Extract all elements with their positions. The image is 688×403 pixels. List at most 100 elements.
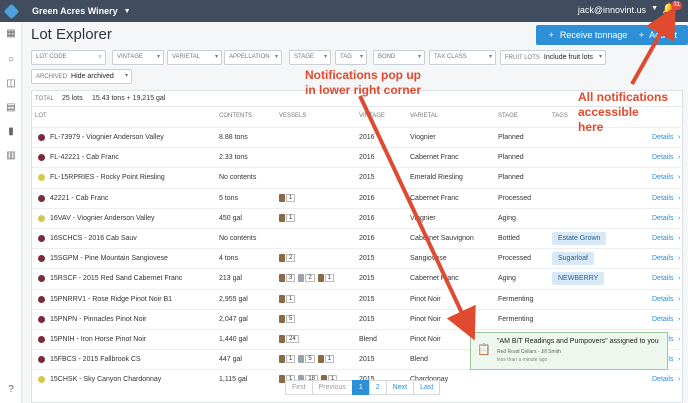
annotation-all-text: All notifications accessible here bbox=[578, 90, 668, 134]
details-link[interactable]: Details bbox=[652, 316, 673, 323]
chevron-right-icon[interactable]: › bbox=[678, 235, 680, 242]
appellation-filter[interactable]: APPELLATION ▾ bbox=[224, 50, 282, 65]
table-row[interactable]: 16VAV - Viognier Anderson Valley 450 gal 1… bbox=[32, 207, 684, 228]
barrel-icon bbox=[279, 335, 285, 343]
varietal-filter[interactable]: VARIETAL ▾ bbox=[167, 50, 222, 65]
wine-color-dot bbox=[38, 295, 45, 303]
clipboard-icon[interactable]: ▤ bbox=[5, 102, 17, 114]
annotation-popup-text: Notifications pop up in lower right corn… bbox=[305, 68, 422, 97]
add-lot-button[interactable]: + Add lot bbox=[628, 25, 688, 45]
bond-filter[interactable]: BOND ▾ bbox=[373, 50, 425, 65]
pagination: First Previous 1 2 Next Last bbox=[285, 380, 441, 395]
details-link[interactable]: Details bbox=[652, 195, 673, 202]
lot-name: 15SGPM - Pine Mountain Sangiovese bbox=[50, 255, 168, 263]
lot-code-input[interactable]: LOT CODE ⌕ bbox=[31, 50, 106, 65]
bag-icon[interactable]: ◫ bbox=[5, 78, 17, 90]
vintage-filter[interactable]: VINTAGE ▾ bbox=[112, 50, 164, 65]
lot-tag[interactable]: NEWBERRY bbox=[552, 272, 605, 286]
barrels-icon[interactable]: ▥ bbox=[5, 150, 17, 162]
details-link[interactable]: Details bbox=[652, 376, 673, 383]
company-name[interactable]: Green Acres Winery bbox=[32, 6, 118, 16]
lot-contents: No contents bbox=[219, 235, 257, 242]
details-link[interactable]: Details bbox=[652, 235, 673, 242]
chevron-right-icon[interactable]: › bbox=[678, 275, 680, 282]
table-row[interactable]: 15RSCF - 2015 Red Sand Cabernet Franc 213… bbox=[32, 268, 684, 288]
chevron-right-icon[interactable]: › bbox=[678, 255, 680, 262]
details-link[interactable]: Details bbox=[652, 255, 673, 262]
page-previous[interactable]: Previous bbox=[311, 380, 353, 395]
stage-filter[interactable]: STAGE ▾ bbox=[289, 50, 331, 65]
barrel-icon bbox=[279, 314, 285, 323]
lot-vintage: 2016 bbox=[359, 134, 375, 141]
page-2[interactable]: 2 bbox=[368, 380, 387, 395]
lot-name: 15FBCS - 2015 Fallbrook CS bbox=[50, 356, 141, 364]
receive-tonnage-button[interactable]: + Receive tonnage bbox=[536, 25, 640, 45]
details-link[interactable]: Details bbox=[652, 296, 673, 303]
table-row[interactable]: FL-15RPRIES - Rocky Point Riesling No con… bbox=[32, 167, 684, 187]
details-link[interactable]: Details bbox=[652, 174, 673, 181]
tag-filter[interactable]: TAG ▾ bbox=[335, 50, 367, 65]
col-varietal[interactable]: VARIETAL bbox=[410, 113, 438, 119]
fruit-lots-filter[interactable]: FRUIT LOTS Include fruit lots ▾ bbox=[500, 50, 606, 65]
lot-tag[interactable]: Sugarloaf bbox=[552, 252, 594, 266]
details-link[interactable]: Details bbox=[652, 215, 673, 222]
lot-varietal: Cabernet Franc bbox=[410, 194, 459, 202]
notification-toast[interactable]: 📋 "AM B/T Readings and Pumpovers" assign… bbox=[470, 332, 668, 370]
details-link[interactable]: Details bbox=[652, 154, 673, 161]
lot-contents: 2,955 gal bbox=[219, 295, 248, 303]
chevron-right-icon[interactable]: › bbox=[678, 376, 680, 383]
chevron-right-icon[interactable]: › bbox=[678, 154, 680, 161]
page-last[interactable]: Last bbox=[413, 380, 441, 395]
chevron-right-icon[interactable]: › bbox=[678, 174, 680, 181]
wine-color-dot bbox=[38, 356, 45, 364]
col-stage[interactable]: STAGE bbox=[498, 113, 518, 119]
table-row[interactable]: 15SGPM - Pine Mountain Sangiovese 4 tons 2… bbox=[32, 248, 684, 268]
lot-varietal: Blend bbox=[410, 356, 428, 364]
col-tags[interactable]: TAGS bbox=[552, 113, 568, 119]
lot-name: 15CHSK - Sky Canyon Chardonnay bbox=[50, 376, 162, 384]
lot-tag[interactable]: Estate Grown bbox=[552, 232, 607, 245]
table-row[interactable]: 15PNRRV1 - Rose Ridge Pinot Noir B1 2,955… bbox=[32, 288, 684, 309]
lot-vessels: 1 bbox=[279, 193, 298, 202]
barrel-icon bbox=[279, 294, 285, 303]
lot-vessels: 321 bbox=[279, 274, 337, 283]
table-row[interactable]: FL-42221 - Cab Franc 2.33 tons 2016 Caberne… bbox=[32, 147, 684, 167]
lot-vintage: 2015 bbox=[359, 255, 375, 263]
col-lot[interactable]: LOT bbox=[35, 113, 47, 119]
chevron-right-icon[interactable]: › bbox=[678, 195, 680, 202]
chevron-right-icon[interactable]: › bbox=[678, 356, 680, 363]
archived-filter[interactable]: ARCHIVED Hide archived ▾ bbox=[31, 69, 132, 84]
table-row[interactable]: 15PNPN - Pinnacles Pinot Noir 2,047 gal 5 2… bbox=[32, 308, 684, 329]
chevron-right-icon[interactable]: › bbox=[678, 316, 680, 323]
page-first[interactable]: First bbox=[285, 380, 313, 395]
lot-vintage: 2016 bbox=[359, 214, 375, 222]
table-row[interactable]: 42221 - Cab Franc 5 tons 1 2016 Cabernet Fra… bbox=[32, 187, 684, 208]
wine-color-dot bbox=[38, 336, 45, 343]
table-row[interactable]: 16SCHCS - 2016 Cab Sauv No contents 2016 Ca… bbox=[32, 228, 684, 248]
page-next[interactable]: Next bbox=[385, 380, 415, 395]
user-email[interactable]: jack@innovint.us bbox=[578, 5, 646, 15]
circle-icon[interactable]: ○ bbox=[5, 54, 17, 66]
details-link[interactable]: Details bbox=[652, 275, 673, 282]
app-logo[interactable] bbox=[0, 0, 22, 22]
lot-name: 42221 - Cab Franc bbox=[50, 194, 109, 202]
chevron-right-icon[interactable]: › bbox=[678, 215, 680, 222]
barrel-icon bbox=[279, 193, 285, 202]
details-link[interactable]: Details bbox=[652, 134, 673, 141]
chevron-down-icon[interactable]: ▼ bbox=[651, 5, 658, 12]
chevron-down-icon[interactable]: ▼ bbox=[124, 8, 131, 15]
col-vessels[interactable]: VESSELS bbox=[279, 113, 306, 119]
calendar-icon[interactable]: ▦ bbox=[5, 28, 17, 40]
col-contents[interactable]: CONTENTS bbox=[219, 113, 252, 119]
clipboard-icon: 📋 bbox=[477, 344, 491, 356]
page-1[interactable]: 1 bbox=[351, 380, 370, 395]
notifications-bell[interactable]: 🔔 31 bbox=[662, 1, 682, 18]
bar-chart-icon[interactable]: ▮ bbox=[5, 126, 17, 138]
help-icon[interactable]: ? bbox=[5, 384, 17, 396]
tax-class-filter[interactable]: TAX CLASS ▾ bbox=[429, 50, 496, 65]
search-icon: ⌕ bbox=[98, 54, 102, 60]
chevron-right-icon[interactable]: › bbox=[678, 336, 680, 343]
chevron-right-icon[interactable]: › bbox=[678, 296, 680, 303]
col-vintage[interactable]: VINTAGE bbox=[359, 113, 385, 119]
chevron-right-icon[interactable]: › bbox=[678, 134, 680, 141]
